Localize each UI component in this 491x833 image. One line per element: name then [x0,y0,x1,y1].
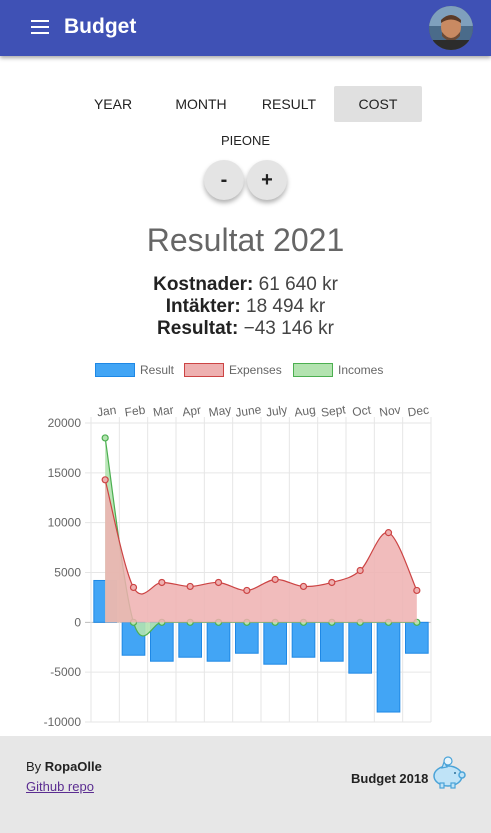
bar-result [348,621,373,674]
bar-result [320,621,344,662]
y-tick-label: 20000 [48,416,82,430]
legend-label-incomes: Incomes [338,362,384,377]
x-tick-label: Oct [351,403,372,420]
footer-app-label: Budget 2018 [351,771,429,786]
y-tick-label: -10000 [44,715,82,729]
y-tick-label: 5000 [54,566,81,580]
app-title: Budget [64,15,137,38]
tab-month[interactable]: MONTH [165,86,237,122]
x-tick-label: Sept [320,402,347,419]
costs-label: Kostnader: [153,274,254,295]
incomes-label: Intäkter: [165,296,241,317]
x-tick-label: June [234,402,262,420]
point-expenses [214,578,223,587]
bar-result [376,621,401,713]
legend-item-result[interactable]: Result [95,362,174,377]
y-tick-label: 15000 [48,466,82,480]
y-tick-label: 0 [74,615,81,629]
point-expenses [356,566,364,575]
result-value: −43 146 kr [243,318,334,339]
point-expenses [186,582,194,591]
point-expenses [243,586,251,595]
x-tick-label: July [265,403,288,420]
app-bar: Budget [0,0,491,56]
legend-item-expenses[interactable]: Expenses [184,362,282,377]
avatar[interactable] [429,6,473,50]
summary-stats: Kostnader: 61 640 kr Intäkter: 18 494 kr… [0,274,491,340]
github-repo-link[interactable]: Github repo [26,779,94,794]
footer: By RopaOlle Github repo Budget 2018 [0,736,491,833]
menu-icon[interactable] [31,20,49,34]
x-tick-label: Dec [407,403,430,420]
x-tick-label: Jan [96,403,117,420]
point-incomes [101,434,109,442]
x-tick-label: Mar [152,403,174,420]
bar-result [235,621,259,654]
author-name: RopaOlle [44,759,102,774]
point-expenses [328,578,336,587]
costs-value: 61 640 kr [258,274,338,295]
bar-result [206,621,231,662]
pie-label: PIEONE [220,133,271,148]
increment-button[interactable]: + [247,160,287,200]
author-credit: By RopaOlle [26,759,102,774]
legend-label-expenses: Expenses [229,362,282,377]
x-tick-label: Feb [124,403,147,420]
bar-result [405,621,429,654]
result-chart: 20000 15000 10000 5000 0 -5000 -10000 Jan Feb Mar… [44,402,432,729]
point-expenses [158,578,166,587]
point-expenses [413,586,421,595]
legend-swatch-result [95,362,135,377]
point-expenses [271,575,279,584]
y-tick-label: 10000 [48,516,82,530]
incomes-row: Intäkter: 18 494 kr [0,296,491,318]
point-expenses [129,583,138,592]
point-expenses [299,582,308,591]
x-tick-label: Nov [378,403,401,420]
incomes-value: 18 494 kr [246,296,326,317]
legend-label-result: Result [140,362,175,377]
bar-result [263,621,288,665]
point-expenses [101,476,109,484]
decrement-button[interactable]: - [204,160,244,200]
costs-row: Kostnader: 61 640 kr [0,274,491,296]
tab-year[interactable]: YEAR [79,86,147,122]
page-title: Resultat 2021 [146,222,345,258]
piggy-bank-icon [433,756,466,789]
x-tick-label: Apr [181,403,201,419]
tab-cost[interactable]: COST [334,86,422,122]
x-tick-label: Aug [293,403,316,420]
legend-swatch-expenses [184,362,224,377]
by-prefix: By [26,759,42,774]
legend-item-incomes[interactable]: Incomes [293,362,383,377]
result-row: Resultat: −43 146 kr [0,318,491,340]
tab-result[interactable]: RESULT [249,86,329,122]
bar-result [291,621,316,658]
result-label: Resultat: [157,318,239,339]
x-tick-label: May [208,403,232,420]
bar-result [178,621,202,658]
y-tick-label: -5000 [50,665,81,679]
legend-swatch-incomes [293,362,333,377]
point-expenses [384,529,393,537]
